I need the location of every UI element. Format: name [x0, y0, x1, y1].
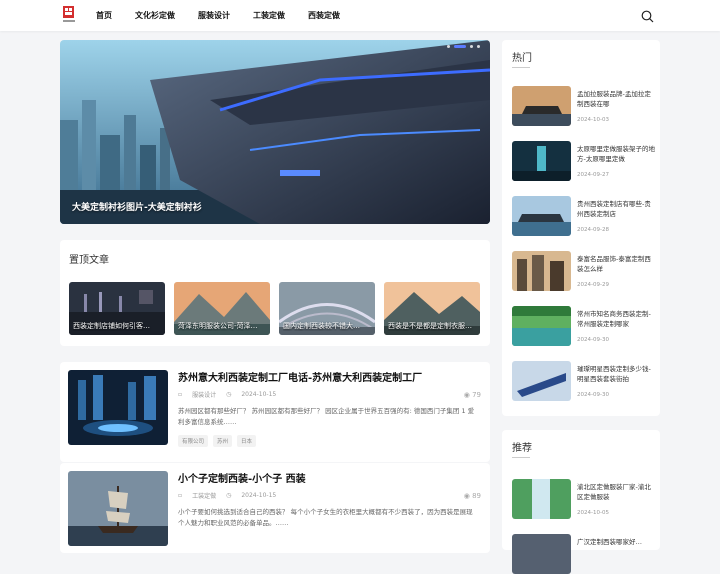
hot-item-date: 2024-09-30 — [577, 337, 609, 343]
article-date: 2024-10-15 — [241, 391, 277, 398]
article-meta: ▫ 服装设计 ◷ 2024-10-15 — [178, 390, 286, 399]
hot-item-title[interactable]: 贵州西装定制店有哪些-贵州西装定制店 — [577, 199, 655, 219]
hot-item-date: 2024-09-30 — [577, 392, 609, 398]
tag[interactable]: 日本 — [237, 435, 257, 447]
hot-item-thumbnail[interactable] — [512, 251, 571, 291]
hot-item-date: 2024-09-29 — [577, 282, 609, 288]
recommend-item-thumbnail[interactable] — [512, 534, 571, 574]
pinned-title: 置顶文章 — [69, 255, 109, 266]
pinned-item-label: 西装是不是都是定制衣服… — [388, 322, 472, 330]
folder-icon: ▫ — [178, 391, 183, 398]
eye-icon: ◉ — [463, 492, 473, 500]
hot-item-thumbnail[interactable] — [512, 361, 571, 401]
hot-item[interactable]: 贵州西装定制店有哪些-贵州西装定制店 2024-09-28 — [512, 196, 652, 236]
pinned-item[interactable]: 国内定制西装较不错大… — [279, 282, 375, 335]
pinned-item-label: 菏泽东明服装公司-菏泽… — [178, 322, 258, 330]
article-card[interactable]: 苏州意大利西装定制工厂电话-苏州意大利西装定制工厂 ▫ 服装设计 ◷ 2024-… — [60, 362, 490, 462]
nav-home[interactable]: 首页 — [96, 10, 112, 21]
slider-dots — [443, 45, 480, 48]
eye-icon: ◉ — [463, 391, 473, 399]
article-date: 2024-10-15 — [241, 492, 277, 499]
recommend-item-title[interactable]: 广汉定制西装哪家好… — [577, 537, 655, 547]
clock-icon: ◷ — [226, 492, 232, 499]
article-views: ◉ 89 — [464, 492, 481, 500]
pinned-item-label: 国内定制西装较不错大… — [283, 322, 360, 330]
site-logo[interactable] — [62, 5, 76, 23]
main-menu: 首页 文化衫定做 服装设计 工装定做 西装定做 — [96, 0, 363, 31]
pinned-item[interactable]: 西装定制店铺如何引客… — [69, 282, 165, 335]
hot-item-date: 2024-09-27 — [577, 172, 609, 178]
hot-item[interactable]: 璀璨明星西装定制多少钱-明星西装套装街拍 2024-09-30 — [512, 361, 652, 401]
hot-item-title[interactable]: 泰富名品服饰-泰富定制西装怎么样 — [577, 254, 655, 274]
recommend-item[interactable]: 渝北区定做服装厂家-渝北区定做服装 2024-10-05 — [512, 479, 652, 519]
article-thumbnail[interactable] — [68, 370, 168, 445]
hot-item[interactable]: 孟加拉服装品牌-孟加拉定制西装在哪 2024-10-03 — [512, 86, 652, 126]
slider-dot[interactable] — [447, 45, 450, 48]
hot-title-underline — [512, 67, 530, 68]
nav-suits[interactable]: 西装定做 — [308, 10, 340, 21]
nav-clothing-design[interactable]: 服装设计 — [198, 10, 230, 21]
article-views: ◉ 79 — [464, 391, 481, 399]
tag[interactable]: 有限公司 — [178, 435, 209, 447]
slider-caption[interactable]: 大美定制衬衫图片-大美定制衬衫 — [72, 200, 202, 213]
hot-item-thumbnail[interactable] — [512, 141, 571, 181]
search-icon[interactable] — [641, 10, 654, 23]
article-tags: 有限公司 苏州 日本 — [178, 435, 261, 447]
pinned-item[interactable]: 西装是不是都是定制衣服… — [384, 282, 480, 335]
slider-dot[interactable] — [477, 45, 480, 48]
article-excerpt: 小个子要如何挑选到适合自己的西装？ 每个小个子女生的衣柜里大概都有不少西装了，因… — [178, 508, 473, 527]
hot-item-thumbnail[interactable] — [512, 86, 571, 126]
article-view-count: 89 — [472, 492, 481, 500]
recommend-title: 推荐 — [512, 443, 532, 454]
hot-sidebar: 热门 孟加拉服装品牌-孟加拉定制西装在哪 2024-10-03 太原哪里定做服装… — [502, 40, 660, 416]
article-meta: ▫ 工装定做 ◷ 2024-10-15 — [178, 491, 286, 500]
hot-item[interactable]: 泰富名品服饰-泰富定制西装怎么样 2024-09-29 — [512, 251, 652, 291]
pinned-item[interactable]: 菏泽东明服装公司-菏泽… — [174, 282, 270, 335]
pinned-articles: 置顶文章 西装定制店铺如何引客… 菏泽东明服装公司-菏泽… 国内定制西装较不错大… — [60, 240, 490, 346]
hot-item[interactable]: 太原哪里定做服装架子的地方-太原哪里定做 2024-09-27 — [512, 141, 655, 181]
nav-culture-shirt[interactable]: 文化衫定做 — [135, 10, 175, 21]
nav-workwear[interactable]: 工装定做 — [253, 10, 285, 21]
pinned-item-label: 西装定制店铺如何引客… — [73, 322, 150, 330]
slider-dot[interactable] — [470, 45, 473, 48]
article-title[interactable]: 小个子定制西装-小个子 西装 — [178, 470, 306, 485]
recommend-item[interactable]: 广汉定制西装哪家好… — [512, 534, 652, 574]
top-navbar: 首页 文化衫定做 服装设计 工装定做 西装定做 — [0, 0, 720, 31]
clock-icon: ◷ — [226, 391, 232, 398]
article-category[interactable]: 服装设计 — [192, 390, 216, 399]
article-thumbnail[interactable] — [68, 471, 168, 546]
slider-dot-active[interactable] — [454, 45, 466, 48]
hot-item-thumbnail[interactable] — [512, 196, 571, 236]
hot-item-date: 2024-10-03 — [577, 117, 609, 123]
hero-image — [60, 40, 490, 224]
recommend-item-thumbnail[interactable] — [512, 479, 571, 519]
hot-item[interactable]: 常州市知名商务西装定制-常州服装定制哪家 2024-09-30 — [512, 306, 652, 346]
article-excerpt: 苏州园区都有那些好厂？ 苏州园区都有那些好厂？ 园区企业属于世界五百强的有: 德… — [178, 407, 475, 426]
folder-icon: ▫ — [178, 492, 183, 499]
hero-slider[interactable]: 大美定制衬衫图片-大美定制衬衫 — [60, 40, 490, 224]
hot-title: 热门 — [512, 53, 532, 64]
hot-item-title[interactable]: 璀璨明星西装定制多少钱-明星西装套装街拍 — [577, 364, 655, 384]
tag[interactable]: 苏州 — [213, 435, 233, 447]
article-view-count: 79 — [472, 391, 481, 399]
article-category[interactable]: 工装定做 — [192, 491, 216, 500]
recommend-item-date: 2024-10-05 — [577, 510, 609, 516]
recommend-title-underline — [512, 457, 530, 458]
article-title[interactable]: 苏州意大利西装定制工厂电话-苏州意大利西装定制工厂 — [178, 369, 422, 384]
hot-item-title[interactable]: 孟加拉服装品牌-孟加拉定制西装在哪 — [577, 89, 655, 109]
hot-item-title[interactable]: 太原哪里定做服装架子的地方-太原哪里定做 — [577, 144, 655, 164]
hot-item-thumbnail[interactable] — [512, 306, 571, 346]
recommend-sidebar: 推荐 渝北区定做服装厂家-渝北区定做服装 2024-10-05 广汉定制西装哪家… — [502, 430, 660, 574]
hot-item-date: 2024-09-28 — [577, 227, 609, 233]
hot-item-title[interactable]: 常州市知名商务西装定制-常州服装定制哪家 — [577, 309, 655, 329]
recommend-item-title[interactable]: 渝北区定做服装厂家-渝北区定做服装 — [577, 482, 655, 502]
